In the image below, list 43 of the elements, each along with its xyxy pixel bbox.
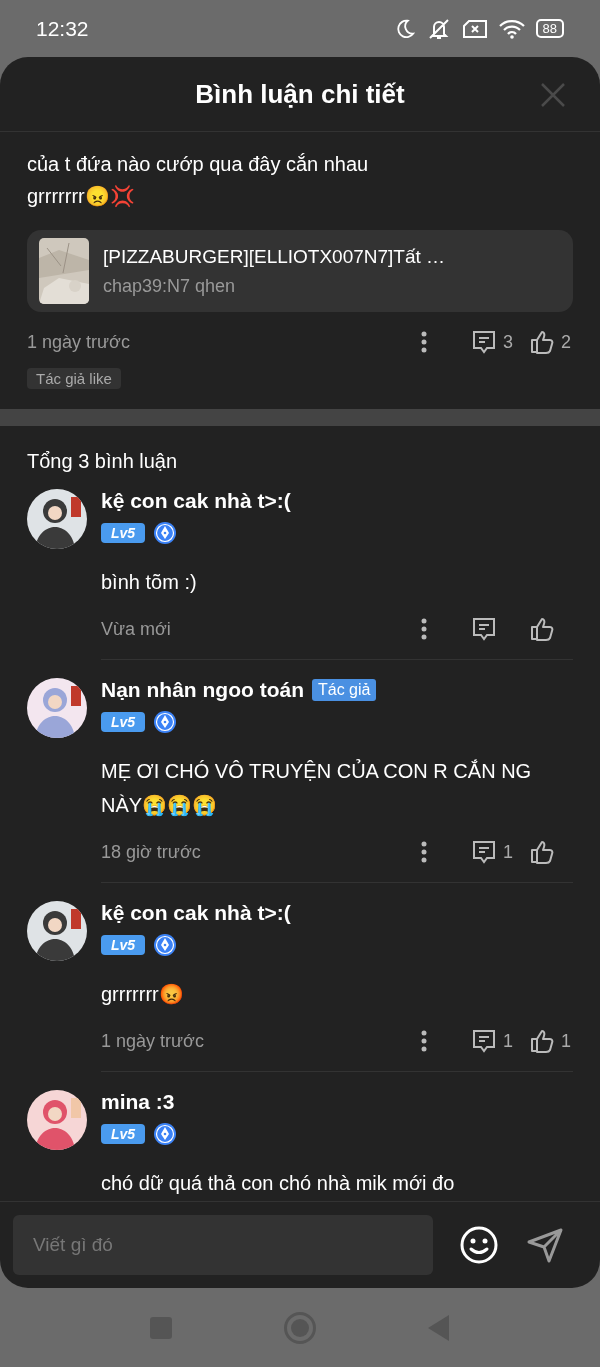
more-icon[interactable] <box>421 618 427 640</box>
user-name[interactable]: mina :3 <box>101 1090 175 1114</box>
author-tag: Tác giả <box>312 679 377 701</box>
chapter-label: chap39:N7 qhen <box>103 275 237 297</box>
story-title: [PIZZABURGER][ELLIOTX007N7]Tất … <box>103 245 446 268</box>
user-name[interactable]: Nạn nhân ngoo toán <box>101 678 304 702</box>
level-badge: Lv5 <box>101 712 146 732</box>
level-badge: Lv5 <box>101 1124 146 1144</box>
pen-badge-icon <box>153 521 178 545</box>
more-icon[interactable] <box>421 841 427 863</box>
sim-card-icon <box>461 18 488 39</box>
level-badge: Lv5 <box>101 935 146 955</box>
user-name[interactable]: kệ con cak nhà t>:( <box>101 489 291 513</box>
author-liked-tag: Tác giả like <box>27 368 121 389</box>
more-icon[interactable] <box>421 1030 427 1052</box>
more-icon[interactable] <box>421 331 427 353</box>
pen-badge-icon <box>153 1122 178 1146</box>
comment-input[interactable]: Viết gì đó <box>13 1215 433 1275</box>
reply-button[interactable]: 1 <box>471 1028 515 1054</box>
pen-badge-icon <box>153 933 178 957</box>
emoji-icon[interactable] <box>459 1225 499 1265</box>
comment-text: grrrrrrr😡 <box>101 982 185 1007</box>
like-button[interactable]: 1 <box>529 1028 573 1054</box>
comment-text: chó dữ quá thả con chó nhà mik mới đo <box>101 1171 456 1196</box>
timestamp: 1 ngày trước <box>27 331 131 353</box>
sheet-title: Bình luận chi tiết <box>195 78 405 110</box>
timestamp: 1 ngày trước <box>101 1030 205 1052</box>
reply-button[interactable]: 1 <box>471 839 515 865</box>
battery-indicator: 88 <box>535 19 564 38</box>
comment-text: bình tõm :) <box>101 570 198 595</box>
story-card[interactable]: [PIZZABURGER][ELLIOTX007N7]Tất … chap39:N7 qhen <box>27 230 573 312</box>
comment-text: của t đứa nào cướp qua đây cắn nhau grrrrrrr😠💢 <box>27 152 370 209</box>
status-time: 12:32 <box>36 16 89 41</box>
like-button[interactable]: 2 <box>529 329 573 355</box>
level-badge: Lv5 <box>101 523 146 543</box>
pen-badge-icon <box>153 710 178 734</box>
timestamp: Vừa mới <box>101 618 172 640</box>
wifi-icon <box>497 18 526 39</box>
comment-count: Tổng 3 bình luận <box>26 450 179 474</box>
reply-button[interactable]: 3 <box>471 329 515 355</box>
timestamp: 18 giờ trước <box>101 841 202 863</box>
user-name[interactable]: kệ con cak nhà t>:( <box>101 901 291 925</box>
comment-text: MẸ ƠI CHÓ VÔ TRUYỆN CỦA CON R CẮN NG NÀY😭😭😭 <box>101 758 533 818</box>
